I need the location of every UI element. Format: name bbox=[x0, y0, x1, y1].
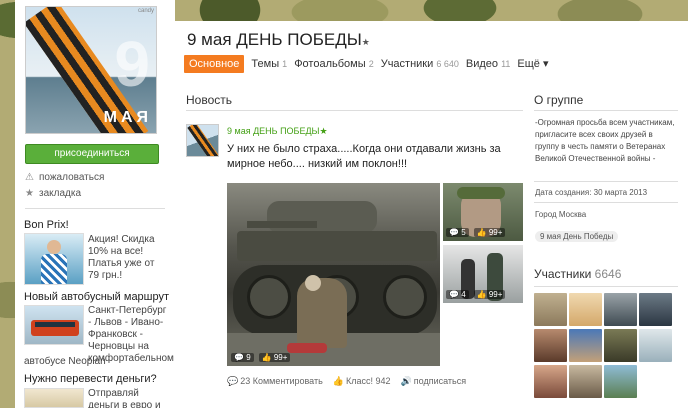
like-action[interactable]: 👍 Класс! 942 bbox=[333, 376, 391, 387]
post-actions: 💬 23 Комментировать 👍 Класс! 942 🔊 подписат… bbox=[227, 376, 466, 387]
group-avatar[interactable]: 9 МАЯ candy bbox=[25, 6, 157, 134]
complain-label: пожаловаться bbox=[39, 172, 105, 183]
comment-icon: 💬 bbox=[227, 376, 239, 386]
photo-2-badges: 💬 5 👍 99+ bbox=[446, 228, 506, 237]
ad-title-3[interactable]: Нужно перевести деньги? bbox=[24, 373, 157, 385]
comment-icon: 💬 4 bbox=[446, 290, 469, 299]
news-heading: Новость bbox=[186, 93, 233, 107]
about-tag[interactable]: 9 мая День Победы bbox=[535, 231, 619, 242]
group-title: 9 мая ДЕНЬ ПОБЕДЫ★ bbox=[187, 30, 370, 50]
about-divider-3 bbox=[534, 202, 678, 203]
photo-3-badges: 💬 4 👍 99+ bbox=[446, 290, 506, 299]
member-avatar[interactable] bbox=[534, 293, 567, 326]
complain-link[interactable]: ⚠ пожаловаться bbox=[25, 172, 104, 183]
about-heading: О группе bbox=[534, 93, 584, 107]
ad-title-2[interactable]: Новый автобусный маршрут bbox=[24, 291, 169, 303]
post-author-text: 9 мая ДЕНЬ ПОБЕДЫ bbox=[227, 126, 320, 136]
ad-title-1[interactable]: Bon Prix! bbox=[24, 219, 69, 231]
comment-icon: 💬 9 bbox=[231, 353, 254, 362]
members-divider bbox=[534, 286, 678, 287]
ad-image-dress[interactable] bbox=[24, 233, 84, 285]
subscribe-action[interactable]: 🔊 подписаться bbox=[401, 376, 467, 387]
post-photo-3[interactable]: 💬 4 👍 99+ bbox=[443, 245, 523, 303]
like-icon: 👍 99+ bbox=[258, 353, 291, 362]
ad-text-1[interactable]: Акция! Скидка 10% на все! Платья уже от … bbox=[88, 234, 168, 282]
bookmark-label: закладка bbox=[39, 188, 82, 199]
photo-main-badges: 💬 9 👍 99+ bbox=[231, 353, 291, 362]
post-author-avatar[interactable] bbox=[186, 124, 219, 157]
star-icon: ★ bbox=[25, 188, 34, 199]
ad-image-money[interactable] bbox=[24, 388, 84, 408]
about-text: -Огромная просьба всем участникам, пригл… bbox=[535, 118, 675, 163]
member-avatar[interactable] bbox=[534, 365, 567, 398]
group-title-text: 9 мая ДЕНЬ ПОБЕДЫ bbox=[187, 30, 362, 49]
member-avatar[interactable] bbox=[604, 329, 637, 362]
about-divider bbox=[534, 110, 678, 111]
tab-more[interactable]: Ещё ▾ bbox=[517, 55, 548, 73]
star-icon: ★ bbox=[319, 126, 328, 136]
post-author-link[interactable]: 9 мая ДЕНЬ ПОБЕДЫ★ bbox=[227, 126, 328, 137]
members-heading[interactable]: Участники 6646 bbox=[534, 267, 621, 281]
join-button[interactable]: присоединиться bbox=[25, 144, 159, 164]
tab-main[interactable]: Основное bbox=[184, 55, 245, 73]
star-icon[interactable]: ★ bbox=[362, 37, 370, 47]
like-icon: 👍 99+ bbox=[473, 290, 506, 299]
member-avatar[interactable] bbox=[604, 293, 637, 326]
like-icon: 👍 99+ bbox=[473, 228, 506, 237]
tab-video[interactable]: Видео 11 bbox=[466, 55, 511, 73]
bookmark-link[interactable]: ★ закладка bbox=[25, 188, 81, 199]
comment-icon: 💬 5 bbox=[446, 228, 469, 237]
ad-foot-2[interactable]: автобусе Neoplan bbox=[24, 356, 106, 367]
about-created: Дата создания: 30 марта 2013 bbox=[535, 188, 648, 197]
post-text: У них не было страха.....Когда они отдав… bbox=[227, 143, 501, 170]
post-photo-2[interactable]: 💬 5 👍 99+ bbox=[443, 183, 523, 241]
member-avatar[interactable] bbox=[604, 365, 637, 398]
like-icon: 👍 bbox=[332, 376, 345, 386]
sidebar-divider bbox=[25, 208, 165, 209]
member-avatar[interactable] bbox=[569, 365, 602, 398]
post-photo-main[interactable]: 💬 9 👍 99+ bbox=[227, 183, 440, 366]
member-avatar[interactable] bbox=[639, 293, 672, 326]
tab-topics[interactable]: Темы 1 bbox=[251, 55, 287, 73]
about-city: Город Москва bbox=[535, 210, 587, 219]
group-tabs: Основное Темы 1 Фотоальбомы 2 Участники … bbox=[184, 55, 556, 73]
tab-members[interactable]: Участники 6 640 bbox=[381, 55, 459, 73]
member-avatar[interactable] bbox=[639, 329, 672, 362]
about-divider-2 bbox=[534, 181, 678, 182]
avatar-number-graphic: 9 bbox=[114, 28, 150, 100]
member-avatar[interactable] bbox=[569, 329, 602, 362]
avatar-may-text: МАЯ bbox=[103, 109, 152, 126]
member-avatar[interactable] bbox=[569, 293, 602, 326]
avatar-corner-text: candy bbox=[137, 8, 154, 14]
tab-photo-albums[interactable]: Фотоальбомы 2 bbox=[294, 55, 374, 73]
news-divider bbox=[186, 110, 523, 111]
member-avatar[interactable] bbox=[534, 329, 567, 362]
warning-icon: ⚠ bbox=[25, 172, 34, 183]
subscribe-icon: 🔊 bbox=[400, 376, 412, 386]
ad-text-3[interactable]: Отправляй деньги в евро и долларах bbox=[88, 388, 170, 408]
left-sidebar: 9 МАЯ candy присоединиться ⚠ пожаловаться… bbox=[15, 0, 175, 408]
comment-action[interactable]: 💬 23 Комментировать bbox=[227, 376, 323, 387]
ad-image-bus[interactable] bbox=[24, 305, 84, 345]
